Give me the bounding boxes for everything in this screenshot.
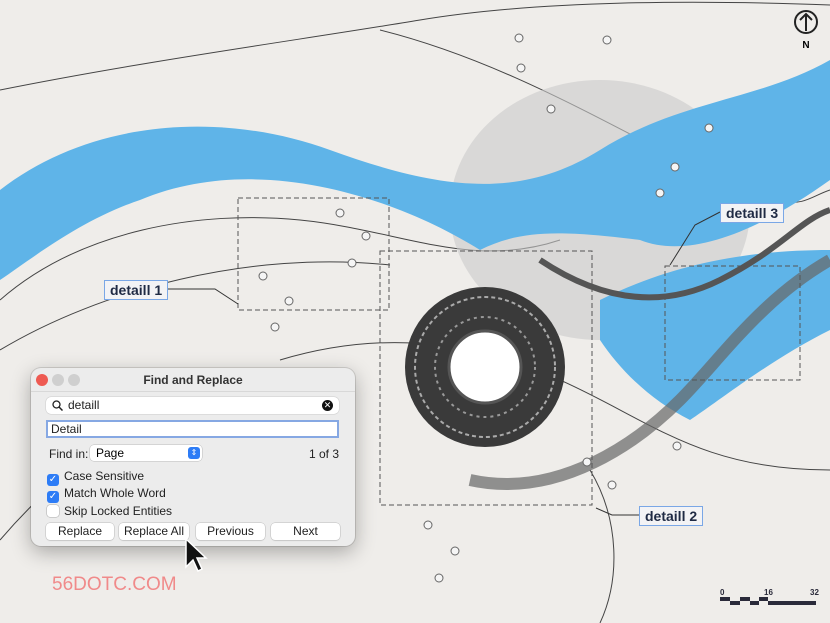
map-label-detail-1[interactable]: detaill 1 (104, 280, 169, 300)
scale-tick: 16 (764, 588, 773, 597)
search-input[interactable]: detaill ✕ (46, 397, 339, 414)
close-button[interactable] (36, 374, 48, 386)
option-label: Skip Locked Entities (64, 504, 173, 518)
skip-locked-checkbox[interactable]: Skip Locked Entities (47, 504, 172, 518)
minimize-button[interactable] (52, 374, 64, 386)
option-label: Case Sensitive (64, 469, 145, 483)
replace-button[interactable]: Replace (46, 523, 114, 540)
match-whole-word-checkbox[interactable]: ✓ Match Whole Word (47, 486, 166, 503)
map-label-detail-3[interactable]: detaill 3 (720, 203, 785, 223)
mouse-cursor-icon (185, 537, 208, 573)
checkbox-checked-icon: ✓ (47, 491, 59, 503)
checkbox-checked-icon: ✓ (47, 474, 59, 486)
zoom-button[interactable] (68, 374, 80, 386)
chevron-updown-icon: ⇕ (188, 447, 200, 459)
search-icon (52, 400, 63, 411)
case-sensitive-checkbox[interactable]: ✓ Case Sensitive (47, 469, 144, 486)
next-button[interactable]: Next (271, 523, 340, 540)
clear-search-icon[interactable]: ✕ (322, 400, 333, 411)
match-count: 1 of 3 (308, 447, 339, 461)
scale-tick: 0 (720, 588, 725, 597)
watermark: 56DOTC.COM (52, 574, 177, 595)
north-label: N (802, 40, 809, 51)
search-value: detaill (68, 398, 100, 412)
title-bar: Find and Replace (31, 368, 355, 392)
find-in-select[interactable]: Page ⇕ (90, 445, 202, 461)
find-replace-dialog: Find and Replace detaill ✕ Detail Find i… (31, 368, 355, 546)
find-in-label: Find in: (49, 447, 89, 461)
find-in-value: Page (96, 446, 125, 460)
scale-bar: 0 16 32 (720, 588, 819, 605)
scale-tick: 32 (810, 588, 819, 597)
map-label-detail-2[interactable]: detaill 2 (639, 506, 704, 526)
replace-input[interactable]: Detail (46, 420, 339, 438)
checkbox-unchecked-icon (47, 505, 59, 517)
option-label: Match Whole Word (64, 486, 166, 500)
replace-all-button[interactable]: Replace All (119, 523, 189, 540)
north-arrow-icon: N (794, 10, 818, 51)
